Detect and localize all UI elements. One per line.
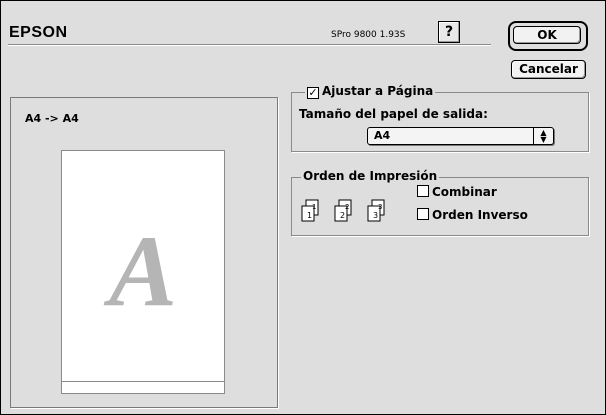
page-stack-3-icon: 3 3 — [367, 199, 385, 222]
help-button[interactable]: ? — [438, 21, 460, 43]
ok-default-ring: OK — [508, 21, 588, 51]
page-order-digit-1: 1 — [307, 211, 312, 220]
page-order-digit-1b: 1 — [312, 203, 316, 211]
ok-button[interactable]: OK — [513, 26, 581, 44]
reverse-order-check-icon — [417, 208, 429, 220]
epson-print-layout-dialog: EPSON SPro 9800 1.93S ? OK Cancelar A4 -… — [0, 0, 606, 415]
print-order-group: Orden de Impresión 1 1 2 2 3 3 Combinar … — [291, 169, 589, 236]
output-paper-size-value: A4 — [374, 129, 391, 142]
fit-to-page-label: Ajustar a Página — [322, 84, 434, 98]
page-stack-1-icon: 1 1 — [301, 199, 319, 222]
combine-checkbox[interactable]: Combinar — [417, 185, 497, 199]
page-order-digit-2b: 2 — [345, 203, 349, 211]
fit-to-page-checkbox[interactable]: ✓ Ajustar a Página — [305, 84, 436, 99]
cancel-button[interactable]: Cancelar — [511, 60, 586, 79]
page-stack-2-icon: 2 2 — [334, 199, 352, 222]
brand-logo: EPSON — [9, 24, 68, 41]
fit-to-page-group: ✓ Ajustar a Página Tamaño del papel de sa… — [291, 84, 589, 152]
output-paper-size-select[interactable]: A4 ▲ ▼ — [367, 127, 554, 145]
page-order-icons: 1 1 2 2 3 3 — [301, 199, 385, 222]
page-preview-panel: A4 -> A4 A — [10, 97, 278, 408]
up-down-arrows-icon: ▲ ▼ — [533, 128, 553, 144]
print-order-legend: Orden de Impresión — [301, 169, 440, 183]
reverse-order-checkbox[interactable]: Orden Inverso — [417, 208, 528, 222]
page-margin-line — [62, 381, 224, 382]
page-order-digit-3: 3 — [373, 211, 378, 220]
combine-check-icon — [417, 185, 429, 197]
combine-label: Combinar — [432, 185, 497, 199]
output-paper-size-label: Tamaño del papel de salida: — [299, 107, 488, 121]
reverse-order-label: Orden Inverso — [432, 208, 528, 222]
page-order-digit-2: 2 — [340, 211, 345, 220]
fit-to-page-check-icon: ✓ — [307, 86, 319, 99]
page-order-digit-3b: 3 — [378, 203, 382, 211]
paper-mapping-label: A4 -> A4 — [25, 112, 79, 125]
header-divider — [8, 44, 491, 46]
driver-version: SPro 9800 1.93S — [331, 30, 406, 40]
page-sample-letter: A — [108, 215, 178, 328]
page-preview: A — [61, 150, 225, 394]
